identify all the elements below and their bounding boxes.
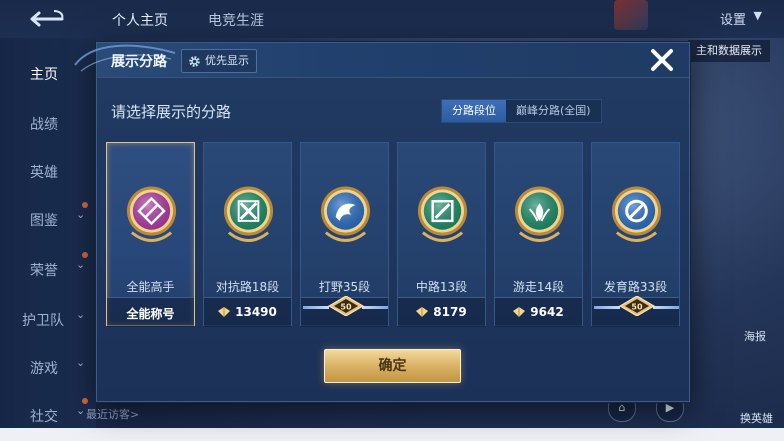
lane-display-dialog: 展示分路 优先显示 请选择展示的分路 分路段位 巅峰分路(全国) 全能高手全能称… [74, 42, 690, 402]
lane-points: 8179 [398, 305, 485, 319]
tab-profile[interactable]: 个人主页 [112, 10, 168, 30]
lane-card-list: 全能高手 全能称号 对抗路18段 13490 打野35段 50 中路13段 8179 游走14段… [106, 142, 680, 327]
lane-card[interactable]: 游走14段 9642 [494, 142, 583, 327]
lane-points-value: 13490 [235, 305, 277, 319]
sidebar: 主页 战绩 英雄 图鉴 ⌄ 荣誉 ⌄ 护卫队 ⌄ 游戏 ⌄ 社交 ⌄ [0, 38, 96, 441]
dialog-title: 展示分路 [111, 54, 167, 70]
priority-display-button[interactable]: 优先显示 [181, 49, 257, 73]
jungle-icon [320, 186, 371, 242]
top-bar: 个人主页 电竞生涯 设置 ▼ [0, 0, 784, 38]
change-hero-button[interactable]: 换英雄 [740, 410, 773, 426]
tier-emblem-icon: 50 [328, 296, 364, 316]
recent-visitors-link[interactable]: 最近访客> [86, 406, 139, 422]
lane-card[interactable]: 发育路33段 50 [591, 142, 680, 327]
lane-card-footer: 13490 [204, 297, 291, 327]
tier-wing-left [303, 306, 329, 309]
tab-peak-lane-national[interactable]: 巅峰分路(全国) [506, 100, 601, 122]
chevron-down-icon: ⌄ [76, 208, 86, 221]
lane-card-footer: 全能称号 [107, 297, 194, 327]
tier-wing-right [362, 306, 388, 309]
lane-card[interactable]: 打野35段 50 [300, 142, 389, 327]
confirm-button[interactable]: 确定 [324, 349, 461, 383]
notification-dot [82, 398, 88, 404]
diamond-icon [513, 307, 526, 317]
notification-dot [82, 252, 88, 258]
bottom-strip [0, 428, 784, 441]
chevron-down-icon: ⌄ [76, 404, 86, 417]
lane-card-footer: 50 [592, 296, 679, 327]
poster-button[interactable]: 海报 [744, 328, 766, 344]
lane-card-footer: 50 [301, 296, 388, 327]
gear-icon [189, 55, 200, 67]
back-arrow-icon[interactable] [24, 8, 68, 30]
lane-points: 9642 [495, 305, 582, 319]
sidebar-item[interactable]: 护卫队 [22, 310, 102, 330]
lane-card[interactable]: 全能高手 全能称号 [106, 142, 195, 327]
lane-card-footer: 8179 [398, 297, 485, 327]
lane-card-footer: 9642 [495, 297, 582, 327]
chevron-down-icon: ⌄ [76, 258, 86, 271]
dialog-subtitle: 请选择展示的分路 [111, 103, 232, 121]
lane-points-value: 9642 [530, 305, 564, 319]
close-icon[interactable] [649, 47, 675, 73]
chevron-down-icon: ⌄ [76, 308, 86, 321]
roam-icon [514, 186, 565, 242]
lane-card[interactable]: 中路13段 8179 [397, 142, 486, 327]
lane-card-name: 打野35段 [318, 280, 371, 294]
dialog-header: 展示分路 优先显示 [74, 43, 689, 78]
farm-lane-icon [611, 186, 662, 242]
tab-esports-career[interactable]: 电竞生涯 [208, 10, 264, 30]
lane-card-name: 游走14段 [512, 280, 565, 294]
lane-card-name: 中路13段 [415, 280, 468, 294]
chevron-down-icon: ⌄ [76, 356, 86, 369]
lane-points: 13490 [204, 305, 291, 319]
lane-mode-toggle: 分路段位 巅峰分路(全国) [441, 99, 602, 123]
allround-title: 全能称号 [126, 307, 175, 321]
svg-text:50: 50 [340, 303, 352, 312]
priority-display-label: 优先显示 [205, 54, 249, 67]
lane-card-name: 发育路33段 [603, 280, 668, 294]
data-display-hint[interactable]: 主和数据展示 [688, 40, 770, 62]
avatar[interactable] [614, 0, 648, 30]
notification-dot [82, 202, 88, 208]
settings-button[interactable]: 设置 [720, 9, 746, 28]
lane-card-name: 全能高手 [126, 280, 175, 294]
tier-wing-right [653, 306, 679, 309]
lane-card[interactable]: 对抗路18段 13490 [203, 142, 292, 327]
allround-icon [126, 186, 177, 242]
lane-points-value: 8179 [433, 305, 467, 319]
diamond-icon [416, 307, 429, 317]
tier-wing-left [594, 306, 620, 309]
svg-text:50: 50 [631, 303, 643, 312]
tier-emblem-icon: 50 [619, 296, 655, 316]
clash-lane-icon [223, 186, 274, 242]
mid-lane-icon [417, 186, 468, 242]
tab-lane-rank[interactable]: 分路段位 [442, 100, 506, 122]
diamond-icon [218, 307, 231, 317]
chevron-down-icon: ▼ [753, 9, 762, 22]
lane-card-name: 对抗路18段 [215, 280, 280, 294]
